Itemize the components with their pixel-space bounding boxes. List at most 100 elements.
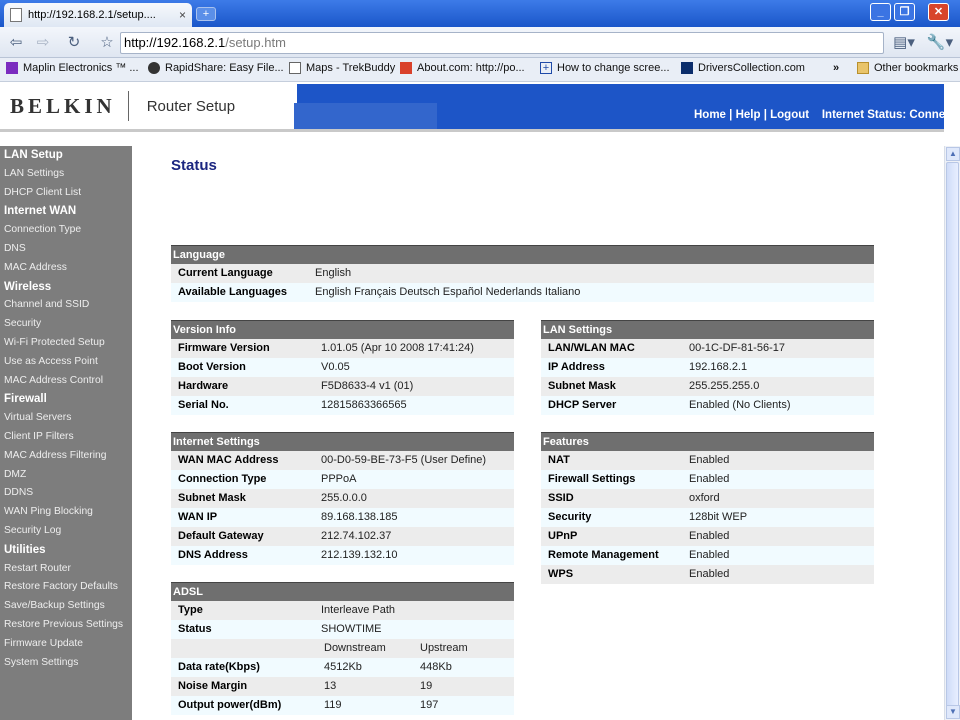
sidebar-link[interactable]: MAC Address: [0, 259, 132, 278]
panel-header: Internet Settings: [171, 432, 514, 451]
row-value: 212.74.102.37: [321, 530, 392, 542]
sidebar-link[interactable]: Client IP Filters: [0, 428, 132, 447]
sidebar-link[interactable]: Save/Backup Settings: [0, 597, 132, 616]
row-value: Enabled: [689, 530, 730, 542]
page-title: Status: [171, 157, 217, 174]
tab-close-icon[interactable]: ×: [179, 8, 186, 22]
row-label: UPnP: [548, 530, 578, 542]
bookmark-label: About.com: http://po...: [417, 62, 525, 74]
header-band: [294, 103, 437, 129]
row-label: [171, 639, 321, 658]
row-value: 119: [324, 699, 342, 711]
bookmark-label: RapidShare: Easy File...: [165, 62, 284, 74]
address-bar[interactable]: http://192.168.2.1/setup.htm: [120, 32, 884, 54]
close-window-button[interactable]: ✕: [928, 3, 949, 21]
vertical-scrollbar[interactable]: ▲ ▼: [944, 146, 960, 720]
home-link[interactable]: Home: [694, 109, 726, 121]
table-row: NAT Enabled: [541, 451, 874, 470]
bookmark-item[interactable]: DriversCollection.com: [681, 62, 805, 74]
bookmark-item[interactable]: + How to change scree...: [540, 62, 670, 74]
maximize-button[interactable]: ❐: [894, 3, 915, 21]
sidebar-link[interactable]: Security: [0, 315, 132, 334]
row-label: WAN MAC Address: [178, 454, 279, 466]
table-row: Data rate(Kbps) 4512Kb 448Kb: [171, 658, 514, 677]
row-value: 19: [420, 680, 433, 692]
sidebar-link[interactable]: Virtual Servers: [0, 409, 132, 428]
new-tab-button[interactable]: +: [196, 7, 216, 21]
table-row: DNS Address 212.139.132.10: [171, 546, 514, 565]
row-value: Enabled (No Clients): [689, 399, 791, 411]
bookmark-item[interactable]: Maplin Electronics ™ ...: [6, 62, 139, 74]
page-menu-icon[interactable]: ▤▾: [890, 32, 918, 54]
bookmark-star-icon[interactable]: ☆: [96, 32, 118, 54]
top-nav: Home | Help | Logout Internet Status: Co…: [694, 109, 944, 121]
sidebar-link[interactable]: Wi-Fi Protected Setup: [0, 334, 132, 353]
row-label: SSID: [548, 492, 574, 504]
sidebar-link[interactable]: Restore Previous Settings: [0, 616, 132, 635]
scroll-down-icon[interactable]: ▼: [946, 705, 960, 719]
panel-header: Version Info: [171, 320, 514, 339]
row-label: DNS Address: [178, 549, 248, 561]
sidebar-link[interactable]: DNS: [0, 240, 132, 259]
more-bookmarks-button[interactable]: »: [833, 62, 839, 74]
row-label: Hardware: [178, 380, 229, 392]
row-value: PPPoA: [321, 473, 357, 485]
table-row: Security 128bit WEP: [541, 508, 874, 527]
sidebar-link[interactable]: Connection Type: [0, 221, 132, 240]
sidebar-link[interactable]: DMZ: [0, 466, 132, 485]
row-value: 448Kb: [420, 661, 452, 673]
bookmark-item[interactable]: Maps - TrekBuddy: [289, 62, 395, 74]
header-rule: [0, 129, 944, 132]
row-label: Current Language: [178, 267, 273, 279]
row-label: Security: [548, 511, 592, 523]
sidebar-link[interactable]: DHCP Client List: [0, 184, 132, 203]
sidebar-link[interactable]: Use as Access Point: [0, 353, 132, 372]
help-link[interactable]: Help: [736, 109, 761, 121]
sidebar-link[interactable]: Restore Factory Defaults: [0, 578, 132, 597]
table-row: Serial No. 12815863366565: [171, 396, 514, 415]
row-label: IP Address: [548, 361, 605, 373]
page-icon: [289, 62, 301, 74]
sidebar-link[interactable]: LAN Settings: [0, 165, 132, 184]
back-icon[interactable]: ⇦: [5, 32, 27, 54]
sidebar-link[interactable]: WAN Ping Blocking: [0, 503, 132, 522]
logout-link[interactable]: Logout: [770, 109, 809, 121]
table-row: Available Languages English Français Deut…: [171, 283, 874, 302]
other-bookmarks[interactable]: Other bookmarks: [857, 62, 958, 74]
table-row: Default Gateway 212.74.102.37: [171, 527, 514, 546]
row-label: Serial No.: [178, 399, 229, 411]
sidebar-link[interactable]: MAC Address Control: [0, 372, 132, 391]
sidebar-link[interactable]: Security Log: [0, 522, 132, 541]
bookmark-item[interactable]: RapidShare: Easy File...: [148, 62, 284, 74]
bookmark-item[interactable]: About.com: http://po...: [400, 62, 525, 74]
reload-icon[interactable]: ↻: [63, 32, 85, 54]
row-label: Boot Version: [178, 361, 246, 373]
panel-header: LAN Settings: [541, 320, 874, 339]
sidebar-section-header: Utilities: [4, 543, 46, 556]
table-row: LAN/WLAN MAC 00-1C-DF-81-56-17: [541, 339, 874, 358]
row-value: 00-1C-DF-81-56-17: [689, 342, 785, 354]
wrench-menu-icon[interactable]: 🔧▾: [925, 32, 955, 54]
sidebar-section-header: LAN Setup: [4, 149, 63, 161]
row-label: Firewall Settings: [548, 473, 636, 485]
scroll-up-icon[interactable]: ▲: [946, 147, 960, 161]
row-label: Data rate(Kbps): [178, 661, 260, 673]
row-value: Enabled: [689, 454, 730, 466]
sidebar-link[interactable]: DDNS: [0, 484, 132, 503]
row-value: Upstream: [420, 642, 468, 654]
bookmark-favicon-icon: [400, 62, 412, 74]
table-row: Boot Version V0.05: [171, 358, 514, 377]
sidebar-link[interactable]: Firmware Update: [0, 635, 132, 654]
sidebar-link[interactable]: System Settings: [0, 654, 132, 673]
browser-tab[interactable]: http://192.168.2.1/setup.... ×: [4, 3, 192, 27]
sidebar-link[interactable]: Channel and SSID: [0, 296, 132, 315]
sidebar-link[interactable]: MAC Address Filtering: [0, 447, 132, 466]
other-bookmarks-label: Other bookmarks: [874, 62, 959, 74]
row-value: 4512Kb: [324, 661, 362, 673]
scroll-thumb[interactable]: [946, 162, 959, 712]
minimize-button[interactable]: _: [870, 3, 891, 21]
sidebar-link[interactable]: Restart Router: [0, 560, 132, 579]
forward-icon[interactable]: ⇨: [32, 32, 54, 54]
internet-status-label: Internet Status: Conne: [821, 109, 944, 121]
table-row: Subnet Mask 255.0.0.0: [171, 489, 514, 508]
